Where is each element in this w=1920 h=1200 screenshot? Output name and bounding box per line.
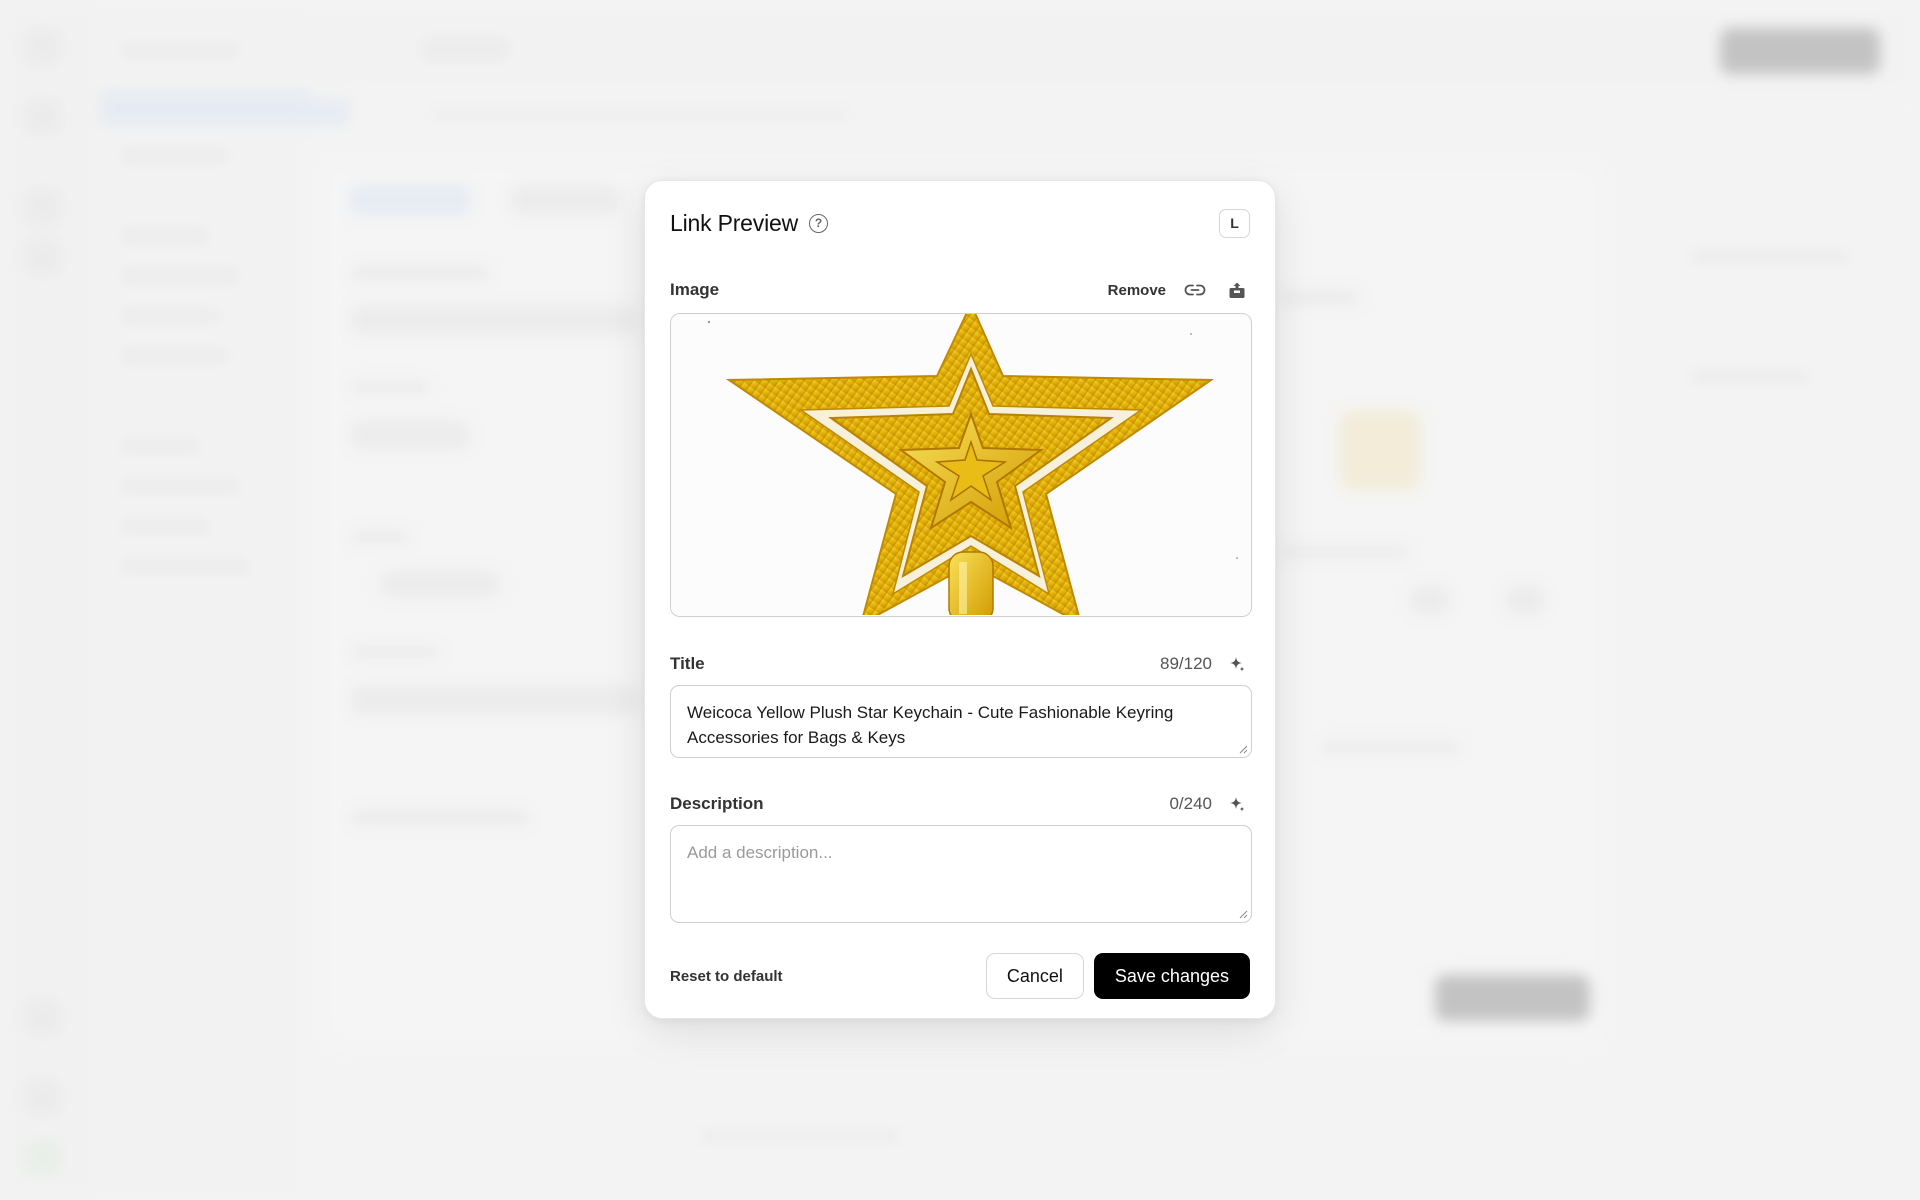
sparkle-icon[interactable]: [1224, 791, 1250, 817]
shortcut-key-badge: L: [1219, 208, 1250, 238]
title-text: Weicoca Yellow Plush Star Keychain - Cut…: [687, 703, 1174, 747]
resize-handle-icon[interactable]: [1238, 744, 1248, 754]
title-textarea[interactable]: Weicoca Yellow Plush Star Keychain - Cut…: [670, 685, 1252, 758]
reset-to-default-button[interactable]: Reset to default: [670, 968, 783, 985]
modal-footer: Reset to default Cancel Save changes: [670, 953, 1250, 999]
help-icon[interactable]: ?: [809, 213, 828, 233]
link-icon[interactable]: [1182, 277, 1208, 303]
title-char-counter: 89/120: [1160, 654, 1212, 673]
description-char-counter: 0/240: [1169, 794, 1212, 813]
title-section-header: Title 89/120: [670, 651, 1250, 677]
preview-image: [670, 313, 1252, 617]
modal-title: Link Preview: [670, 209, 798, 236]
description-placeholder: Add a description...: [687, 843, 833, 862]
gold-star-ornament-image: [671, 314, 1250, 616]
link-preview-modal: Link Preview ? L Image Remove Title 89/1…: [644, 180, 1276, 1019]
image-label: Image: [670, 280, 720, 299]
modal-header: Link Preview ? L: [670, 205, 1250, 241]
cancel-button[interactable]: Cancel: [985, 953, 1084, 999]
description-label: Description: [670, 794, 764, 813]
sparkle-icon[interactable]: [1224, 651, 1250, 677]
title-label: Title: [670, 654, 705, 673]
remove-image-button[interactable]: Remove: [1108, 282, 1166, 299]
upload-icon[interactable]: [1224, 277, 1250, 303]
save-changes-button[interactable]: Save changes: [1093, 953, 1250, 999]
description-textarea[interactable]: Add a description...: [670, 825, 1252, 923]
resize-handle-icon[interactable]: [1238, 909, 1248, 919]
description-section-header: Description 0/240: [670, 791, 1250, 817]
image-section-header: Image Remove: [670, 277, 1250, 303]
